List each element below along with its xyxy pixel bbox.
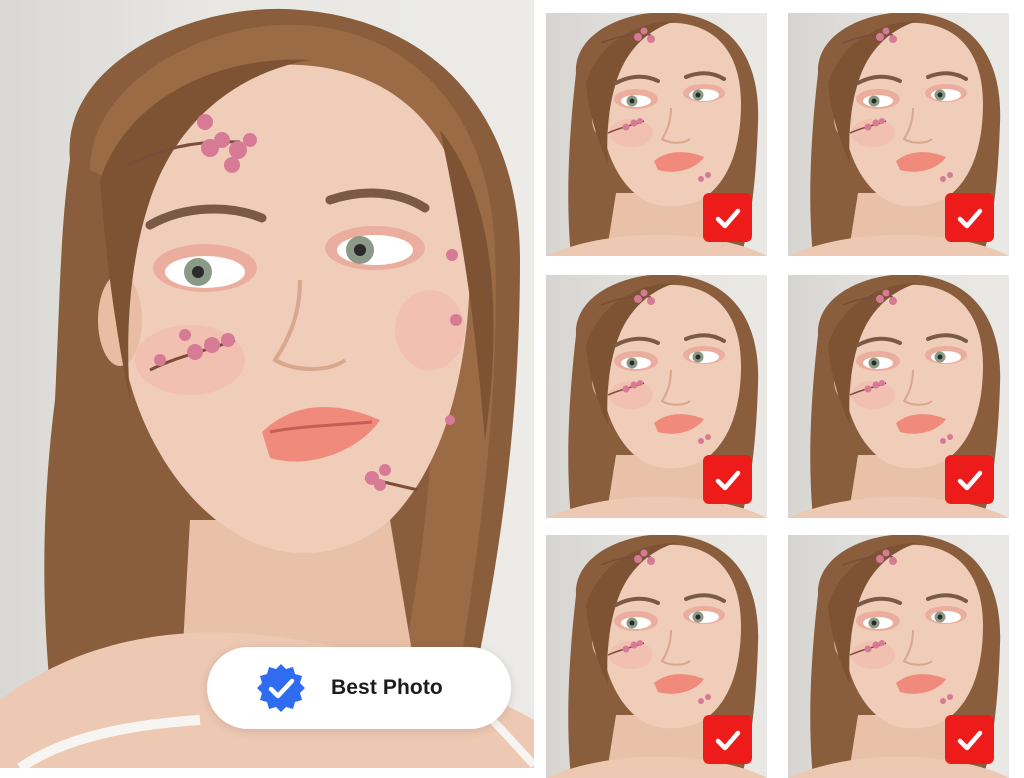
selected-check-button[interactable]: [945, 455, 994, 504]
checkmark-icon: [957, 730, 982, 750]
selected-check-button[interactable]: [945, 715, 994, 764]
main-photo[interactable]: Best Photo: [0, 0, 534, 768]
selected-check-button[interactable]: [703, 715, 752, 764]
thumbnail-3[interactable]: [546, 275, 767, 518]
checkmark-icon: [715, 470, 740, 490]
thumbnail-6[interactable]: [788, 535, 1009, 778]
thumbnail-1[interactable]: [546, 13, 767, 256]
best-photo-label: Best Photo: [331, 676, 443, 699]
checkmark-icon: [715, 730, 740, 750]
thumbnail-4[interactable]: [788, 275, 1009, 518]
best-photo-badge[interactable]: Best Photo: [207, 647, 511, 729]
selected-check-button[interactable]: [703, 455, 752, 504]
selected-check-button[interactable]: [703, 193, 752, 242]
checkmark-icon: [715, 208, 740, 228]
verified-badge-icon: [257, 664, 305, 712]
thumbnail-2[interactable]: [788, 13, 1009, 256]
selected-check-button[interactable]: [945, 193, 994, 242]
thumbnail-5[interactable]: [546, 535, 767, 778]
checkmark-icon: [957, 470, 982, 490]
checkmark-icon: [957, 208, 982, 228]
